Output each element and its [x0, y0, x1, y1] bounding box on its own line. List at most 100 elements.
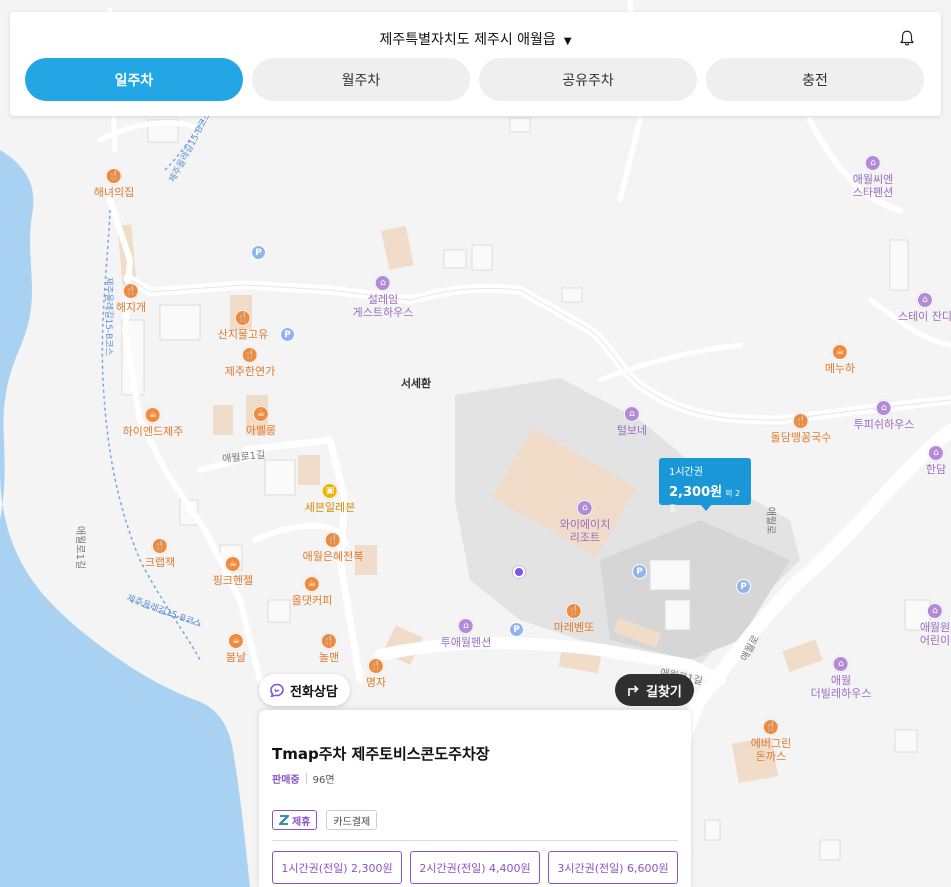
poi-abelong[interactable]: ☕ 아벨롱: [246, 406, 276, 437]
location-text: 제주특별자치도 제주시 애월읍: [379, 32, 556, 48]
restaurant-icon: 🍴: [123, 283, 139, 299]
poi-seolleim-guesthouse[interactable]: ⌂ 설레임 게스트하우스: [353, 275, 413, 319]
restaurant-icon: 🍴: [792, 413, 809, 429]
poi-aewol-cn-star[interactable]: ⌂ 애월씨엔 스타펜션: [853, 155, 893, 199]
parking-marker[interactable]: P: [736, 579, 751, 594]
partner-z-icon: [279, 815, 289, 825]
poi-pink-hensel[interactable]: ☕ 핑크헨젤: [213, 556, 253, 587]
price-marker-ticket: 1시간권: [669, 467, 703, 478]
lodging-icon: ⌂: [576, 500, 593, 516]
cafe-icon: ☕: [224, 556, 241, 572]
restaurant-icon: 🍴: [241, 347, 258, 363]
restaurant-icon: 🍴: [368, 658, 384, 674]
parking-type-tabs: 일주차 월주차 공유주차 충전: [25, 58, 924, 101]
poi-highend-jeju[interactable]: ☕ 하이엔드제주: [123, 407, 183, 438]
turn-right-arrow-icon: [628, 684, 639, 696]
restaurant-icon: 🍴: [152, 538, 168, 554]
restaurant-icon: 🍴: [324, 532, 341, 548]
parking-marker[interactable]: P: [280, 327, 295, 342]
restaurant-icon: 🍴: [105, 168, 122, 184]
restaurant-icon: 🍴: [321, 633, 337, 649]
tab-ev-charging[interactable]: 충전: [706, 58, 924, 101]
poi-eunhye-jeonbok[interactable]: 🍴 애월은혜전복: [303, 532, 363, 563]
road-label: 애월로1길: [74, 525, 86, 570]
poi-alldat-coffee[interactable]: ☕ 올댓커피: [292, 576, 332, 607]
ticket-3hour[interactable]: 3시간권(전일) 6,600원: [548, 851, 678, 884]
restaurant-icon: 🍴: [565, 603, 582, 619]
cafe-icon: ☕: [303, 576, 320, 592]
tab-daily-parking[interactable]: 일주차: [25, 58, 243, 101]
poi-crabjack[interactable]: 🍴 크랩잭: [145, 538, 175, 569]
convenience-store-icon: ▣: [321, 483, 338, 499]
phone-consult-button[interactable]: 전화상담: [259, 674, 350, 706]
tab-shared-parking[interactable]: 공유주차: [479, 58, 697, 101]
ticket-2hour[interactable]: 2시간권(전일) 4,400원: [410, 851, 540, 884]
parking-spaces: 96면: [312, 775, 335, 786]
lodging-icon: ⌂: [374, 275, 391, 291]
poi-evergreen[interactable]: 🍴 에버그린 돈까스: [751, 719, 791, 763]
lodging-icon: ⌂: [832, 656, 849, 672]
poi-bomnal[interactable]: ☕ 봄날: [226, 633, 246, 664]
poi-twofish[interactable]: ⌂ 투피쉬하우스: [854, 400, 914, 431]
parking-lot-meta: 판매중 96면: [272, 771, 335, 786]
price-marker-price: 2,300원 외 2종: [669, 485, 741, 513]
cafe-icon: ☕: [253, 406, 269, 422]
sale-status: 판매중: [272, 775, 300, 786]
parking-marker[interactable]: P: [251, 245, 266, 260]
poi-marebento[interactable]: 🍴 마레벤또: [554, 603, 594, 634]
road-label: 애월로: [764, 506, 776, 535]
ticket-options: 1시간권(전일) 2,300원 2시간권(전일) 4,400원 3시간권(전일)…: [272, 851, 678, 884]
directions-button[interactable]: 길찾기: [615, 674, 694, 706]
card-divider: [272, 840, 678, 841]
poi-haejigae[interactable]: 🍴 해지개: [116, 283, 146, 314]
poi-handam[interactable]: ⌂ 한담: [926, 445, 946, 476]
top-panel: 제주특별자치도 제주시 애월읍 ▼ 일주차 월주차 공유주차 충전: [10, 12, 941, 116]
meta-divider: [305, 773, 307, 784]
olle-trail-label: 제주올레길15-B코스: [102, 277, 113, 356]
poi-seosehwan[interactable]: 서세환: [401, 377, 431, 390]
partner-badge: 제휴: [272, 810, 318, 830]
restaurant-icon: 🍴: [762, 719, 779, 735]
card-payment-badge: 카드결제: [326, 810, 378, 830]
phone-consult-label: 전화상담: [290, 684, 338, 700]
phone-chat-icon: [270, 683, 284, 697]
lodging-icon: ⌂: [875, 400, 892, 416]
lodging-icon: ⌂: [927, 603, 943, 619]
poi-nolman[interactable]: 🍴 놀맨: [319, 633, 339, 664]
poi-myeongja[interactable]: 🍴 명자: [366, 658, 386, 689]
lodging-icon: ⌂: [928, 445, 944, 461]
poi-yh-resort[interactable]: ⌂ 와이에이치 리조트: [560, 500, 610, 544]
poi-aewol-kids[interactable]: ⌂ 애월원 어린이: [920, 603, 950, 647]
poi-haenyeo-house[interactable]: 🍴 해녀의집: [94, 168, 134, 199]
bell-icon[interactable]: [898, 28, 916, 48]
ticket-1hour[interactable]: 1시간권(전일) 2,300원: [272, 851, 402, 884]
poi-teolbone[interactable]: ⌂ 털보네: [617, 406, 647, 437]
cafe-icon: ☕: [228, 633, 244, 649]
lodging-icon: ⌂: [624, 406, 640, 422]
poi-aewol-deobille[interactable]: ⌂ 애월 더빌레하우스: [811, 656, 871, 700]
poi-two-aewol-pension[interactable]: ⌂ 투애월펜션: [441, 618, 491, 649]
lodging-icon: ⌂: [864, 155, 881, 171]
poi-menuha[interactable]: ☕ 메누하: [825, 344, 855, 375]
current-location-dot: [513, 566, 525, 578]
poi-seven-eleven[interactable]: ▣ 세븐일레븐: [305, 483, 355, 514]
parking-marker[interactable]: P: [632, 564, 647, 579]
tab-monthly-parking[interactable]: 월주차: [252, 58, 470, 101]
poi-doldam[interactable]: 🍴 돌담맹꽁국수: [771, 413, 831, 444]
poi-jeju-hanyeonga[interactable]: 🍴 제주한연가: [225, 347, 275, 378]
cafe-icon: ☕: [832, 344, 848, 360]
poi-stay-jandi[interactable]: ⌂ 스테이 잔디: [898, 292, 951, 323]
poi-sanjimul[interactable]: 🍴 산지물고유: [218, 310, 268, 341]
caret-down-icon: ▼: [563, 36, 572, 47]
parking-marker[interactable]: P: [509, 622, 524, 637]
parking-lot-name: Tmap주차 제주토비스콘도주차장: [272, 745, 490, 763]
parking-lot-card[interactable]: Tmap주차 제주토비스콘도주차장 판매중 96면 제휴 카드결제 1시간권(전…: [259, 710, 691, 887]
lodging-icon: ⌂: [457, 618, 474, 634]
directions-label: 길찾기: [646, 684, 682, 700]
restaurant-icon: 🍴: [234, 310, 251, 326]
feature-badges: 제휴 카드결제: [272, 810, 378, 830]
cafe-icon: ☕: [144, 407, 161, 423]
lodging-icon: ⌂: [916, 292, 933, 308]
location-selector[interactable]: 제주특별자치도 제주시 애월읍 ▼: [10, 29, 941, 49]
parking-price-marker[interactable]: 1시간권 2,300원 외 2종: [659, 458, 751, 513]
